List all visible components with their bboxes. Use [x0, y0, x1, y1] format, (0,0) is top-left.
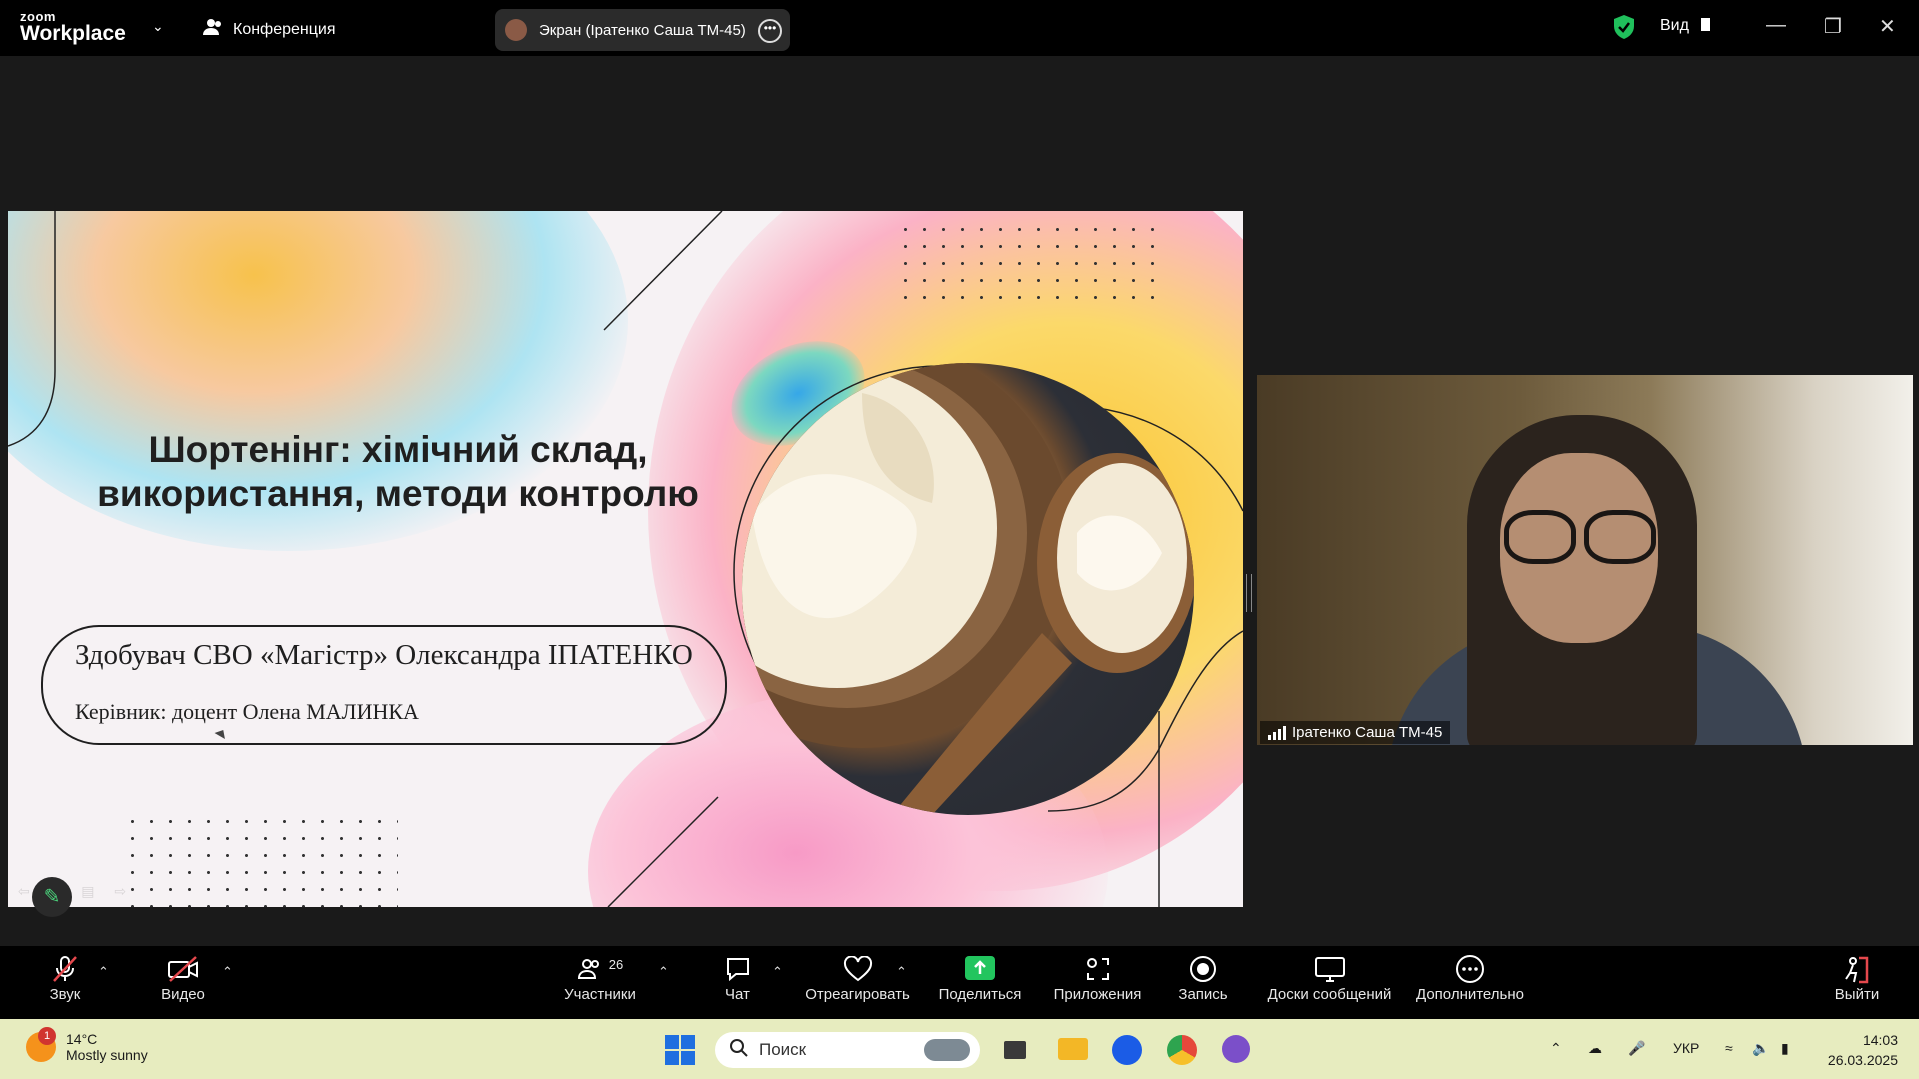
leave-label: Выйти	[1834, 986, 1880, 1003]
apps-label: Приложения	[1053, 986, 1142, 1003]
title-bar: zoom Workplace ⌄ Конференция Экран (Ipат…	[0, 0, 1919, 56]
sun-icon: 1	[26, 1027, 56, 1062]
weather-description: Mostly sunny	[66, 1047, 148, 1063]
zoom-app-icon[interactable]	[1112, 1035, 1142, 1065]
shortening-photo	[742, 363, 1194, 815]
share-label: Поделиться	[938, 986, 1022, 1003]
meeting-stage: Шортенінг: хімічний склад, використання,…	[0, 56, 1919, 946]
video-options-caret[interactable]: ⌃	[222, 964, 233, 980]
signal-strength-icon	[1268, 725, 1286, 740]
apps-icon	[1050, 952, 1145, 986]
volume-icon[interactable]: 🔈	[1752, 1040, 1769, 1057]
record-icon	[1175, 952, 1231, 986]
mic-muted-icon	[45, 952, 85, 986]
whiteboards-button[interactable]: Доски сообщений	[1262, 952, 1397, 1003]
show-hidden-icons-chevron[interactable]: ⌃	[1550, 1040, 1562, 1057]
more-icon	[1410, 952, 1530, 986]
taskbar-search[interactable]: Поиск	[715, 1032, 980, 1068]
screen-share-label: Экран (Ipатенко Саша ТМ-45)	[539, 21, 746, 39]
task-view-icon[interactable]	[1004, 1041, 1026, 1059]
participants-count: 26	[608, 956, 624, 972]
dot-pattern	[896, 221, 1166, 313]
language-indicator[interactable]: УКР	[1673, 1040, 1699, 1056]
participants-options-caret[interactable]: ⌃	[658, 964, 669, 980]
author-box: Здобувач СВО «Магістр» Олександра ІПАТЕН…	[41, 625, 727, 745]
participants-button[interactable]: 26 Участники	[560, 952, 640, 1004]
layout-icon	[1701, 18, 1711, 31]
video-button[interactable]: Видео	[158, 952, 208, 1003]
whiteboard-icon	[1262, 952, 1397, 986]
windows-taskbar: 1 14°C Mostly sunny Поиск ⌃ ☁ 🎤 УКР ≈ 🔈 …	[0, 1019, 1919, 1079]
system-clock[interactable]: 14:03 26.03.2025	[1818, 1030, 1898, 1070]
search-placeholder: Поиск	[759, 1040, 807, 1059]
file-explorer-icon[interactable]	[1058, 1038, 1088, 1060]
notification-badge: 1	[38, 1027, 56, 1045]
clock-time: 14:03	[1862, 1032, 1898, 1048]
participant-name-label: Ipатенко Саша ТМ-45	[1260, 721, 1451, 744]
author-text: Здобувач СВО «Магістр» Олександра ІПАТЕН…	[75, 639, 693, 671]
camera-off-icon	[158, 952, 208, 986]
record-label: Запись	[1178, 986, 1228, 1003]
supervisor-text: Керівник: доцент Олена МАЛИНКА	[75, 699, 419, 724]
share-screen-button[interactable]: Поделиться	[935, 952, 1025, 1003]
chevron-down-icon[interactable]: ⌄	[152, 18, 164, 35]
battery-icon[interactable]: ▮	[1781, 1040, 1789, 1057]
apps-button[interactable]: Приложения	[1050, 952, 1145, 1003]
zoom-logo[interactable]: zoom Workplace	[20, 10, 126, 44]
restore-icon[interactable]: ❐	[1824, 14, 1842, 39]
glasses-icon	[1584, 510, 1656, 564]
conference-button[interactable]: Конференция	[203, 18, 336, 41]
shield-icon[interactable]	[1612, 14, 1636, 45]
dot-pattern	[123, 813, 398, 907]
slide-title: Шортенінг: хімічний склад, використання,…	[97, 429, 699, 514]
record-button[interactable]: Запись	[1175, 952, 1231, 1003]
chrome-icon[interactable]	[1167, 1035, 1197, 1065]
avatar	[505, 19, 527, 41]
react-options-caret[interactable]: ⌃	[896, 964, 907, 980]
chat-icon	[715, 952, 760, 986]
panel-resize-handle[interactable]	[1246, 574, 1252, 612]
leave-icon	[1832, 952, 1882, 986]
share-icon	[935, 952, 1025, 986]
view-button[interactable]: Вид	[1660, 17, 1711, 35]
logo-bottom-text: Workplace	[20, 22, 126, 45]
screen-share-indicator[interactable]: Экран (Ipатенко Саша ТМ-45) •••	[495, 9, 790, 51]
wifi-icon[interactable]: ≈	[1725, 1040, 1733, 1056]
windows-start-icon[interactable]	[665, 1035, 695, 1070]
more-button[interactable]: Дополнительно	[1410, 952, 1530, 1003]
search-icon	[729, 1038, 749, 1063]
participants-label: Участники	[564, 986, 636, 1003]
viber-icon[interactable]	[1222, 1035, 1250, 1063]
leave-button[interactable]: Выйти	[1832, 952, 1882, 1003]
meeting-toolbar: Звук ⌃ Видео ⌃ 26 Участники ⌃ Чат ⌃ Отре…	[0, 946, 1919, 1019]
microphone-icon[interactable]: 🎤	[1628, 1040, 1645, 1057]
participant-video-tile[interactable]: Ipатенко Саша ТМ-45	[1257, 375, 1913, 745]
people-icon	[203, 18, 223, 41]
chat-options-caret[interactable]: ⌃	[772, 964, 783, 980]
weather-widget[interactable]: 1 14°C Mostly sunny	[26, 1027, 148, 1063]
shared-slide: Шортенінг: хімічний склад, використання,…	[8, 211, 1243, 907]
more-options-icon[interactable]: •••	[758, 19, 782, 43]
conference-label: Конференция	[233, 20, 336, 38]
view-label: Вид	[1660, 17, 1689, 34]
react-label: Отреагировать	[805, 986, 910, 1003]
participant-name: Ipатенко Саша ТМ-45	[1292, 724, 1443, 741]
clock-date: 26.03.2025	[1827, 1052, 1898, 1068]
audio-options-caret[interactable]: ⌃	[98, 964, 109, 980]
search-highlight-icon	[924, 1039, 970, 1061]
more-label: Дополнительно	[1416, 986, 1524, 1003]
chat-label: Чат	[725, 986, 750, 1003]
whiteboards-label: Доски сообщений	[1267, 986, 1392, 1003]
annotate-pencil-button[interactable]: ✎	[32, 877, 72, 917]
minimize-icon[interactable]: —	[1766, 14, 1786, 37]
cloud-offline-icon[interactable]: ☁	[1588, 1040, 1602, 1057]
glasses-icon	[1504, 510, 1576, 564]
audio-label: Звук	[49, 986, 81, 1003]
video-label: Видео	[161, 986, 205, 1003]
temperature: 14°C	[66, 1031, 98, 1047]
close-icon[interactable]: ✕	[1879, 14, 1896, 39]
audio-button[interactable]: Звук	[45, 952, 85, 1003]
participants-icon: 26	[560, 952, 640, 986]
chat-button[interactable]: Чат	[715, 952, 760, 1003]
